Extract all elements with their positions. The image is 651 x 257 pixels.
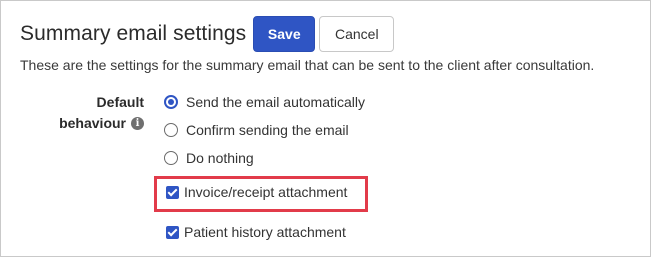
checkbox-label: Invoice/receipt attachment [184,184,348,200]
radio-button[interactable] [164,151,178,165]
save-button[interactable]: Save [253,16,316,52]
radio-label: Do nothing [186,150,254,166]
radio-send-automatically[interactable]: Send the email automatically [164,94,365,110]
checkbox-checked[interactable] [166,225,179,239]
page-title: Summary email settings [20,22,247,45]
checkbox-invoice-receipt-attachment[interactable]: Invoice/receipt attachment [166,184,347,200]
radio-label: Confirm sending the email [186,122,349,138]
radio-label: Send the email automatically [186,94,365,110]
default-behaviour-label-line2-row: behaviour i [41,113,144,134]
cancel-button[interactable]: Cancel [319,16,395,52]
default-behaviour-label-line2: behaviour [59,115,126,131]
radio-button-checked[interactable] [164,95,178,109]
default-behaviour-label-line1: Default [96,94,144,110]
settings-description: These are the settings for the summary e… [20,57,595,73]
radio-button[interactable] [164,123,178,137]
checkbox-patient-history-attachment[interactable]: Patient history attachment [166,224,346,240]
header-row: Summary email settings Save Cancel [20,16,395,52]
radio-confirm-sending[interactable]: Confirm sending the email [164,122,349,138]
info-icon[interactable]: i [131,117,144,130]
default-behaviour-label: Default behaviour i [41,92,144,134]
radio-do-nothing[interactable]: Do nothing [164,150,254,166]
checkbox-label: Patient history attachment [184,224,346,240]
summary-email-settings-panel: Summary email settings Save Cancel These… [0,0,651,257]
checkbox-checked[interactable] [166,185,179,199]
